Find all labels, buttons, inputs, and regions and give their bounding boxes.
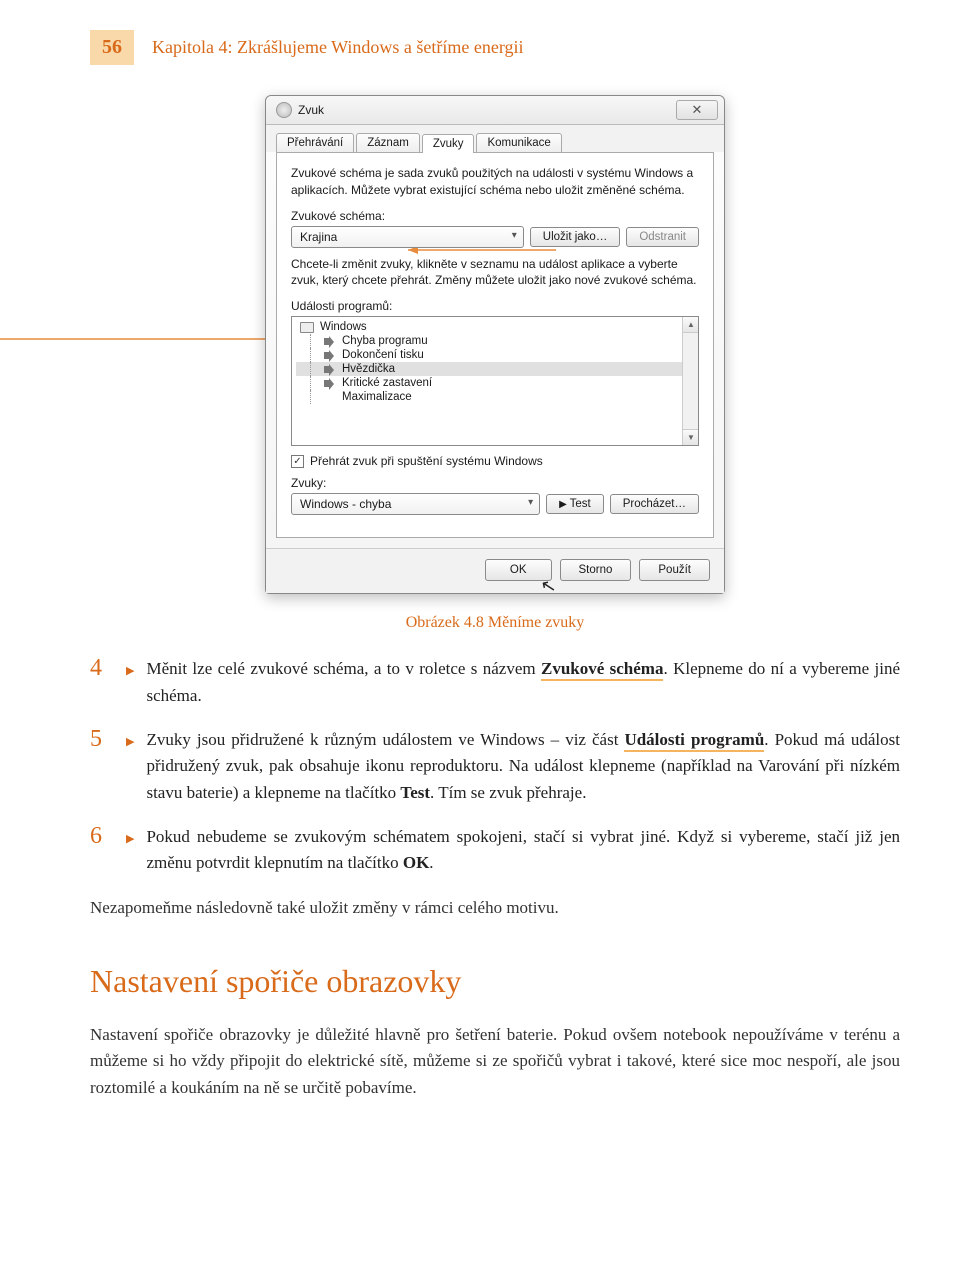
section-heading: Nastavení spořiče obrazovky — [90, 963, 900, 1000]
speaker-icon — [324, 378, 336, 389]
bold-test: Test — [400, 783, 430, 802]
scrollbar[interactable]: ▲ ▼ — [682, 317, 698, 445]
list-item[interactable]: Chyba programu — [296, 334, 694, 348]
chapter-label: Kapitola 4: — [152, 37, 232, 57]
bold-ok: OK — [403, 853, 429, 872]
event-label: Hvězdička — [342, 363, 395, 375]
event-label: Chyba programu — [342, 335, 428, 347]
scheme-value: Krajina — [300, 230, 337, 244]
sound-dialog: Zvuk ✕ Přehrávání Záznam Zvuky Komunikac… — [265, 95, 725, 594]
section-paragraph: Nastavení spořiče obrazovky je důležité … — [90, 1022, 900, 1101]
speaker-app-icon — [276, 102, 292, 118]
close-button[interactable]: ✕ — [676, 100, 718, 120]
event-label: Windows — [320, 321, 367, 333]
underline-zvukove-schema: Zvukové schéma — [541, 659, 663, 681]
list-item[interactable]: Windows — [296, 320, 694, 334]
close-icon: ✕ — [692, 102, 703, 118]
dialog-buttons: OK Storno Použít ↖ — [266, 548, 724, 593]
speaker-icon — [324, 364, 336, 375]
triangle-icon: ▶ — [126, 832, 134, 877]
list-item[interactable]: Hvězdička — [296, 362, 694, 376]
dialog-title: Zvuk — [298, 103, 324, 117]
triangle-icon: ▶ — [126, 664, 134, 709]
caption-text: Měníme zvuky — [488, 614, 584, 631]
sounds-value: Windows - chyba — [300, 497, 391, 511]
speaker-icon — [324, 336, 336, 347]
step-number-4: 4 — [90, 656, 116, 709]
page-header: 56 Kapitola 4: Zkrášlujeme Windows a šet… — [90, 30, 900, 65]
cursor-icon: ↖ — [539, 575, 558, 599]
step-number-5: 5 — [90, 727, 116, 806]
caption-label: Obrázek 4.8 — [406, 614, 484, 631]
list-item[interactable]: Kritické zastavení — [296, 376, 694, 390]
sounds-combo[interactable]: Windows - chyba — [291, 493, 540, 515]
browse-button[interactable]: Procházet… — [610, 494, 699, 514]
step-number-6: 6 — [90, 824, 116, 877]
startup-sound-checkbox[interactable]: ✓ — [291, 455, 304, 468]
sounds-label: Zvuky: — [291, 476, 699, 490]
tab-panel: Zvukové schéma je sada zvuků použitých n… — [276, 152, 714, 538]
closing-paragraph: Nezapomeňme následovně také uložit změny… — [90, 895, 900, 921]
chapter-name: Zkrášlujeme Windows a šetříme energii — [237, 37, 524, 57]
chapter-title: Kapitola 4: Zkrášlujeme Windows a šetřím… — [152, 37, 524, 58]
tab-zvuky[interactable]: Zvuky — [422, 134, 475, 153]
startup-sound-label: Přehrát zvuk při spuštění systému Window… — [310, 454, 543, 468]
events-label: Události programů: — [291, 299, 699, 313]
play-icon: ▶ — [559, 499, 569, 510]
test-button[interactable]: ▶ Test — [546, 494, 604, 514]
scheme-description: Zvukové schéma je sada zvuků použitých n… — [291, 165, 699, 199]
underline-udalosti-programu: Události programů — [624, 730, 764, 752]
tab-zaznam[interactable]: Záznam — [356, 133, 420, 152]
apply-button[interactable]: Použít — [639, 559, 710, 581]
scroll-up-icon[interactable]: ▲ — [683, 317, 699, 333]
list-item[interactable]: Dokončení tisku — [296, 348, 694, 362]
page-number: 56 — [90, 30, 134, 65]
tab-prehravani[interactable]: Přehrávání — [276, 133, 354, 152]
test-label: Test — [570, 498, 591, 510]
scheme-label: Zvukové schéma: — [291, 209, 699, 223]
step-4-text: Měnit lze celé zvukové schéma, a to v ro… — [146, 656, 900, 709]
event-label: Maximalizace — [342, 391, 412, 403]
event-label: Kritické zastavení — [342, 377, 432, 389]
scroll-down-icon[interactable]: ▼ — [683, 429, 699, 445]
save-as-button[interactable]: Uložit jako… — [530, 227, 621, 247]
speaker-icon — [324, 350, 336, 361]
events-listbox[interactable]: Windows Chyba programu Dokončení tisku — [291, 316, 699, 446]
event-label: Dokončení tisku — [342, 349, 424, 361]
events-description: Chcete-li změnit zvuky, klikněte v sezna… — [291, 256, 699, 290]
windows-icon — [300, 322, 314, 333]
tab-strip: Přehrávání Záznam Zvuky Komunikace — [266, 125, 724, 152]
delete-button[interactable]: Odstranit — [626, 227, 699, 247]
triangle-icon: ▶ — [126, 735, 134, 806]
dialog-titlebar: Zvuk ✕ — [266, 96, 724, 125]
step-5-text: Zvuky jsou přidružené k různým událostem… — [146, 727, 900, 806]
figure-caption: Obrázek 4.8 Měníme zvuky — [90, 614, 900, 632]
scheme-combo[interactable]: Krajina — [291, 226, 524, 248]
list-item[interactable]: Maximalizace — [296, 390, 694, 404]
tab-komunikace[interactable]: Komunikace — [476, 133, 561, 152]
cancel-button[interactable]: Storno — [560, 559, 632, 581]
step-6-text: Pokud nebudeme se zvukovým schématem spo… — [146, 824, 900, 877]
